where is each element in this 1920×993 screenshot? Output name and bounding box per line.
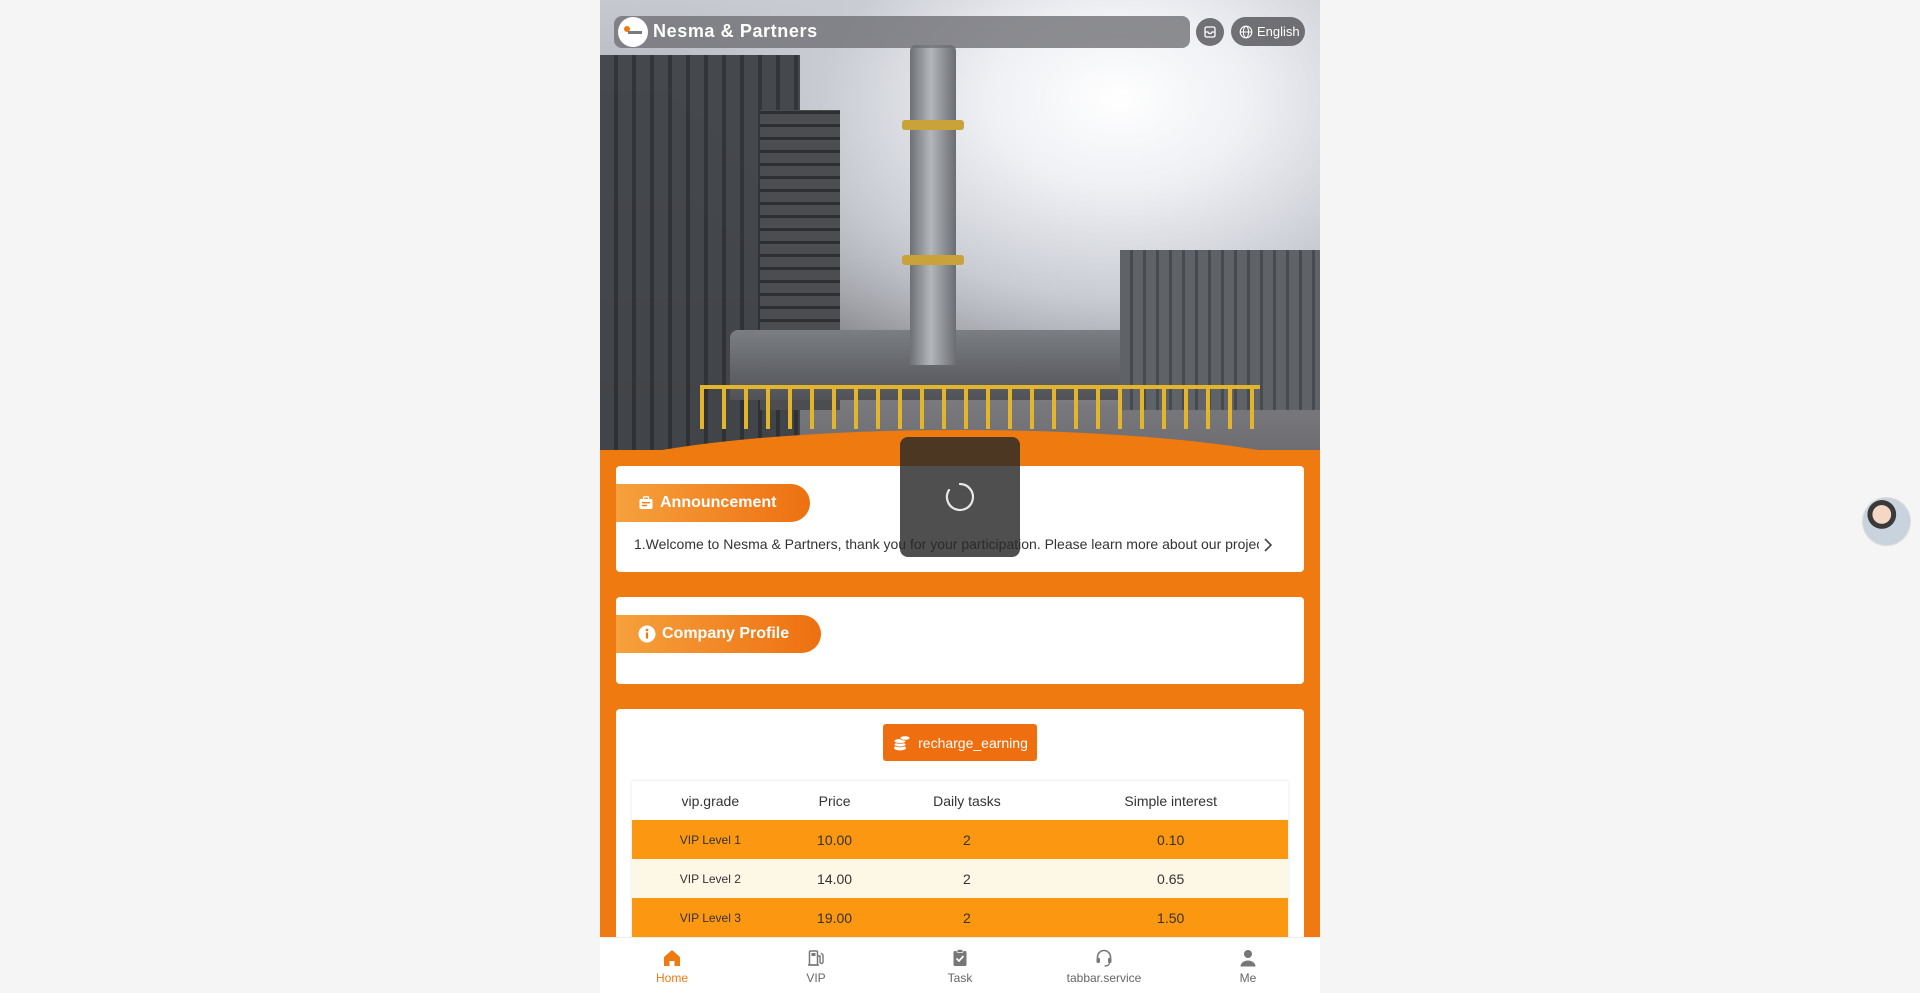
hero-chimney [910, 45, 956, 365]
tab-label: Task [947, 970, 973, 985]
tab-service[interactable]: tabbar.service [1032, 938, 1176, 993]
app-title: Nesma & Partners [653, 21, 818, 41]
hero-chimney-ring [902, 120, 964, 130]
clipboard-check-icon [953, 948, 967, 966]
user-icon [1240, 949, 1256, 966]
table-row[interactable]: VIP Level 2 14.00 2 0.65 [632, 859, 1288, 898]
coins-icon [893, 734, 911, 750]
daily-tasks-cell: 2 [880, 898, 1054, 937]
headset-icon [1096, 949, 1112, 967]
recharge-earning-label: recharge_earning [918, 734, 1028, 751]
announcement-title: Announcement [660, 494, 777, 511]
table-row[interactable]: VIP Level 3 19.00 2 1.50 [632, 898, 1288, 937]
home-icon [664, 949, 680, 966]
globe-icon [1239, 25, 1253, 38]
loading-spinner-icon [945, 482, 975, 512]
vip-grade-cell: VIP Level 1 [632, 820, 789, 859]
vip-grade-cell: VIP Level 2 [632, 859, 789, 898]
vip-grade-cell: VIP Level 3 [632, 898, 789, 937]
table-row[interactable]: VIP Level 1 10.00 2 0.10 [632, 820, 1288, 859]
announcement-badge: Announcement [616, 484, 810, 522]
company-profile-title: Company Profile [662, 625, 790, 642]
bottom-tabbar: Home VIP Task tabbar.service Me [600, 937, 1320, 993]
company-profile-card[interactable]: Company Profile [616, 597, 1304, 684]
hero-banner [600, 0, 1320, 450]
customer-service-avatar[interactable] [1862, 497, 1911, 546]
vip-table: vip.grade Price Daily tasks Simple inter… [632, 781, 1288, 937]
simple-interest-cell: 1.50 [1053, 898, 1288, 937]
tab-task[interactable]: Task [888, 938, 1032, 993]
fuel-icon [808, 949, 824, 966]
brand-logo[interactable] [618, 17, 648, 47]
tab-me[interactable]: Me [1176, 938, 1320, 993]
recharge-earning-button[interactable]: recharge_earning [883, 724, 1037, 761]
tab-label: Home [655, 970, 688, 985]
mail-button[interactable] [1196, 18, 1224, 46]
simple-interest-cell: 0.65 [1053, 859, 1288, 898]
column-header: Daily tasks [880, 781, 1054, 820]
language-selector[interactable]: English [1231, 17, 1305, 46]
tab-label: VIP [806, 970, 826, 985]
company-profile-badge: Company Profile [616, 615, 821, 653]
simple-interest-cell: 0.10 [1053, 820, 1288, 859]
price-cell: 19.00 [788, 898, 881, 937]
tab-label: tabbar.service [1066, 970, 1142, 985]
language-label: English [1257, 24, 1300, 39]
tab-home[interactable]: Home [600, 938, 744, 993]
hero-chimney-ring [902, 255, 964, 265]
tab-vip[interactable]: VIP [744, 938, 888, 993]
briefcase-icon [639, 496, 653, 509]
mail-icon [1204, 26, 1216, 38]
vip-table-header: vip.grade Price Daily tasks Simple inter… [632, 781, 1288, 820]
chevron-right-icon[interactable] [1260, 537, 1276, 553]
daily-tasks-cell: 2 [880, 820, 1054, 859]
tab-label: Me [1239, 970, 1257, 985]
hero-yellow-railing [700, 385, 1260, 429]
price-cell: 10.00 [788, 820, 881, 859]
info-icon [638, 625, 656, 643]
loading-toast [900, 437, 1020, 557]
column-header: Price [788, 781, 881, 820]
column-header: vip.grade [632, 781, 789, 820]
daily-tasks-cell: 2 [880, 859, 1054, 898]
brand-logo-mark [624, 26, 642, 38]
price-cell: 14.00 [788, 859, 881, 898]
column-header: Simple interest [1053, 781, 1288, 820]
